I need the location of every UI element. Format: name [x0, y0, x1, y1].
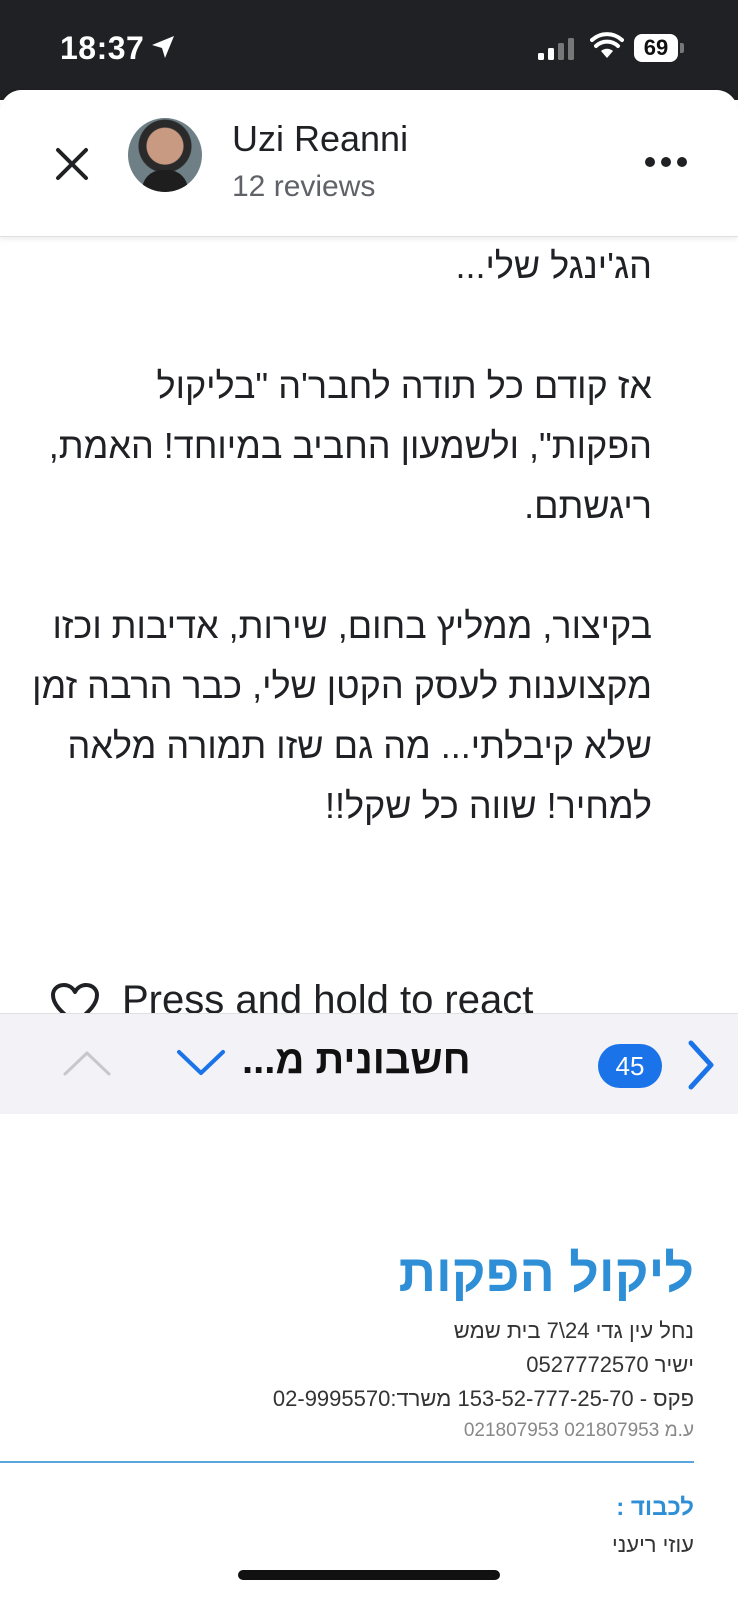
- battery-indicator: 69: [634, 34, 678, 62]
- email-nav-bar: חשבונית מ... 45: [0, 1013, 738, 1115]
- reviewer-review-count: 12 reviews: [232, 170, 376, 203]
- avatar-figure: [142, 170, 188, 192]
- chevron-right-icon[interactable]: [686, 1040, 716, 1090]
- review-paragraph: בקיצור, ממליץ בחום, שירות, אדיבות וכזו מ…: [32, 605, 652, 826]
- chevron-down-icon[interactable]: [176, 1048, 226, 1078]
- review-paragraph: אז קודם כל תודה לחבר'ה "בליקול הפקות", ו…: [48, 365, 652, 526]
- status-bar: 18:37 69: [0, 0, 738, 100]
- chevron-up-icon[interactable]: [62, 1048, 112, 1078]
- location-arrow-icon: [152, 36, 174, 58]
- avatar[interactable]: [128, 118, 202, 192]
- company-registration: ע.מ 021807953 021807953: [463, 1420, 694, 1441]
- review-paragraph: הג'ינגל שלי...: [455, 245, 652, 286]
- company-address: נחל עין גדי 24\7 בית שמש: [453, 1318, 694, 1343]
- company-fax-office: פקס - 153-52-777-25-70 משרד:02-9995570: [272, 1386, 694, 1411]
- wifi-icon: [590, 32, 624, 58]
- company-name: ליקול הפקות: [398, 1245, 694, 1303]
- reviewer-name[interactable]: Uzi Reanni: [232, 118, 408, 160]
- email-subject[interactable]: חשבונית מ...: [242, 1038, 471, 1083]
- company-direct-phone: ישיר 0527772570: [526, 1352, 694, 1377]
- review-text: הג'ינגל שלי... אז קודם כל תודה לחבר'ה "ב…: [32, 236, 652, 836]
- more-vert-icon[interactable]: [644, 152, 688, 172]
- review-header: Uzi Reanni 12 reviews: [0, 90, 738, 237]
- recipient-label: לכבוד :: [616, 1494, 694, 1521]
- cellular-signal-icon: [538, 38, 574, 60]
- document-divider: [0, 1461, 694, 1463]
- message-count-badge: 45: [598, 1044, 662, 1088]
- close-icon[interactable]: [52, 144, 92, 184]
- battery-tip: [680, 43, 684, 53]
- status-time: 18:37: [60, 30, 145, 66]
- invoice-document: ליקול הפקות נחל עין גדי 24\7 בית שמש ישי…: [0, 1114, 738, 1600]
- home-indicator[interactable]: [238, 1570, 500, 1580]
- recipient-name: עוזי ריעני: [611, 1532, 694, 1557]
